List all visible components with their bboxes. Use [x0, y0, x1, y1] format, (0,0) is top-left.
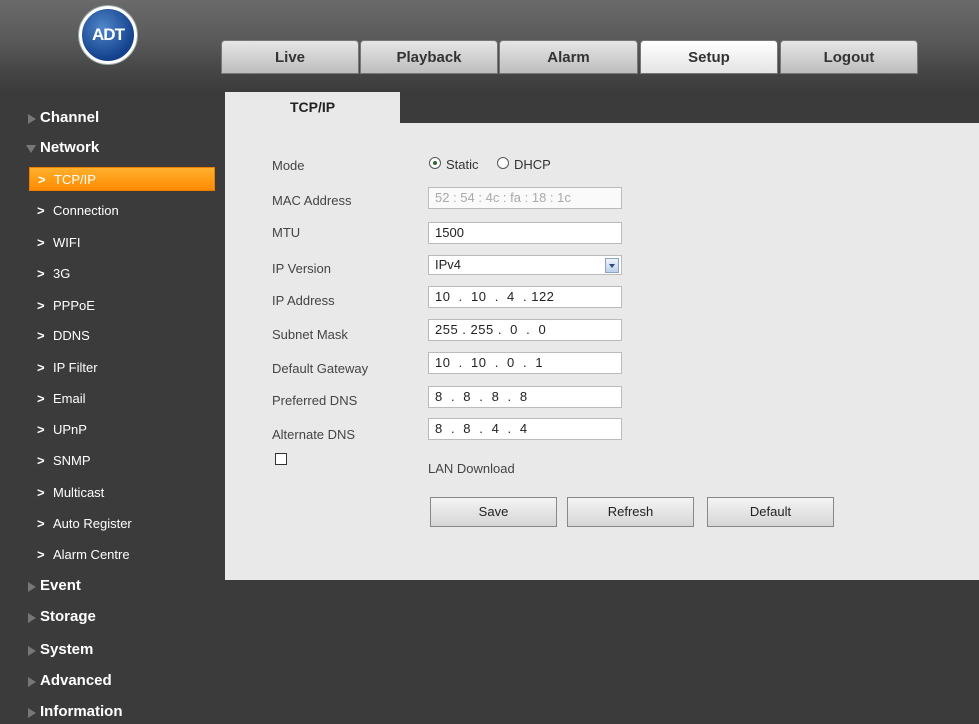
sidebar-item-connection[interactable]: > Connection [29, 199, 215, 223]
sidebar-item-label: Auto Register [53, 516, 132, 531]
sidebar-item-tcpip[interactable]: > TCP/IP [29, 167, 215, 191]
sidebar-item-label: Multicast [53, 485, 105, 500]
expand-arrow-icon [28, 646, 36, 656]
sidebar-item-label: Connection [53, 203, 119, 218]
header: ADT Live Playback Alarm Setup Logout [0, 0, 979, 92]
chevron-right-icon: > [37, 422, 45, 437]
default-gateway-label: Default Gateway [272, 361, 369, 376]
sidebar-category-label: Event [40, 577, 81, 594]
preferred-dns-label: Preferred DNS [272, 393, 358, 408]
sidebar-category-label: Information [40, 703, 123, 720]
tcpip-settings-panel: TCP/IP Mode Static DHCP MAC Address 52 :… [225, 92, 979, 580]
subnet-mask-input[interactable]: 255 . 255 . 0 . 0 [428, 319, 622, 341]
mode-label: Mode [272, 158, 305, 173]
tab-tcpip[interactable]: TCP/IP [225, 92, 400, 123]
sidebar-item-label: WIFI [53, 235, 81, 250]
content-tab-bar [400, 92, 979, 123]
sidebar-item-label: Alarm Centre [53, 547, 130, 562]
alternate-dns-input[interactable]: 8 . 8 . 4 . 4 [428, 418, 622, 440]
sidebar-item-ip-filter[interactable]: > IP Filter [29, 356, 215, 380]
mode-dhcp-label: DHCP [514, 157, 551, 172]
chevron-right-icon: > [37, 516, 45, 531]
sidebar-item-label: IP Filter [53, 360, 98, 375]
default-button[interactable]: Default [707, 497, 834, 527]
top-tab-bar: Live Playback Alarm Setup Logout [221, 40, 918, 74]
alternate-dns-label: Alternate DNS [272, 427, 356, 442]
mtu-label: MTU [272, 225, 301, 240]
sidebar-item-ddns[interactable]: > DDNS [29, 324, 215, 348]
default-gateway-input[interactable]: 10 . 10 . 0 . 1 [428, 352, 622, 374]
chevron-right-icon: > [37, 235, 45, 250]
chevron-right-icon: > [37, 547, 45, 562]
expand-arrow-icon [28, 582, 36, 592]
expand-arrow-icon [28, 613, 36, 623]
mtu-input[interactable]: 1500 [428, 222, 622, 244]
sidebar-item-3g[interactable]: > 3G [29, 262, 215, 286]
sidebar-item-upnp[interactable]: > UPnP [29, 418, 215, 442]
expand-arrow-icon [28, 114, 36, 124]
mode-static-radio[interactable] [429, 157, 441, 169]
sidebar-category-system[interactable]: System [0, 638, 225, 662]
adt-logo: ADT [79, 6, 137, 64]
sidebar-category-information[interactable]: Information [0, 700, 225, 724]
refresh-button[interactable]: Refresh [567, 497, 694, 527]
sidebar-item-label: TCP/IP [54, 172, 96, 187]
tab-setup[interactable]: Setup [640, 40, 778, 74]
chevron-right-icon: > [37, 485, 45, 500]
lan-download-checkbox[interactable] [275, 453, 287, 465]
sidebar-item-pppoe[interactable]: > PPPoE [29, 294, 215, 318]
lan-download-label: LAN Download [428, 461, 515, 476]
chevron-right-icon: > [37, 328, 45, 343]
sidebar-item-snmp[interactable]: > SNMP [29, 449, 215, 473]
mac-address-label: MAC Address [272, 193, 352, 208]
tab-playback[interactable]: Playback [360, 40, 498, 74]
mac-address-field: 52 : 54 : 4c : fa : 18 : 1c [428, 187, 622, 209]
subnet-mask-label: Subnet Mask [272, 327, 348, 342]
sidebar-item-label: DDNS [53, 328, 90, 343]
sidebar-category-label: Network [40, 139, 100, 156]
expand-arrow-icon [28, 677, 36, 687]
sidebar-category-network[interactable]: Network [0, 136, 225, 160]
sidebar-category-label: System [40, 641, 94, 658]
sidebar-category-storage[interactable]: Storage [0, 605, 225, 629]
sidebar-category-advanced[interactable]: Advanced [0, 669, 225, 693]
sidebar-item-label: PPPoE [53, 298, 95, 313]
mode-dhcp-radio[interactable] [497, 157, 509, 169]
sidebar-item-label: Email [53, 391, 86, 406]
sidebar-item-label: SNMP [53, 453, 91, 468]
sidebar-item-alarm-centre[interactable]: > Alarm Centre [29, 543, 215, 567]
sidebar-category-event[interactable]: Event [0, 574, 225, 598]
ip-address-label: IP Address [272, 293, 335, 308]
sidebar-category-label: Storage [40, 608, 96, 625]
preferred-dns-input[interactable]: 8 . 8 . 8 . 8 [428, 386, 622, 408]
ip-version-value: IPv4 [435, 257, 462, 272]
sidebar-item-wifi[interactable]: > WIFI [29, 231, 215, 255]
expand-arrow-icon [28, 708, 36, 718]
tab-live[interactable]: Live [221, 40, 359, 74]
sidebar-category-label: Channel [40, 109, 100, 126]
chevron-right-icon: > [37, 203, 45, 218]
ip-address-input[interactable]: 10 . 10 . 4 . 122 [428, 286, 622, 308]
collapse-arrow-icon [26, 145, 36, 153]
sidebar-item-label: 3G [53, 266, 71, 281]
tab-logout[interactable]: Logout [780, 40, 918, 74]
chevron-right-icon: > [38, 172, 46, 187]
chevron-right-icon: > [37, 453, 45, 468]
sidebar-category-channel[interactable]: Channel [0, 106, 225, 130]
save-button[interactable]: Save [430, 497, 557, 527]
sidebar-item-email[interactable]: > Email [29, 387, 215, 411]
chevron-right-icon: > [37, 360, 45, 375]
sidebar-item-multicast[interactable]: > Multicast [29, 481, 215, 505]
mode-static-label: Static [446, 157, 479, 172]
chevron-right-icon: > [37, 266, 45, 281]
tab-alarm[interactable]: Alarm [499, 40, 638, 74]
ip-version-label: IP Version [272, 261, 332, 276]
chevron-right-icon: > [37, 391, 45, 406]
sidebar-item-label: UPnP [53, 422, 87, 437]
ip-version-select[interactable]: IPv4 [428, 255, 622, 275]
sidebar-item-auto-register[interactable]: > Auto Register [29, 512, 215, 536]
sidebar-category-label: Advanced [40, 672, 112, 689]
dropdown-arrow-icon [605, 258, 619, 273]
chevron-right-icon: > [37, 298, 45, 313]
